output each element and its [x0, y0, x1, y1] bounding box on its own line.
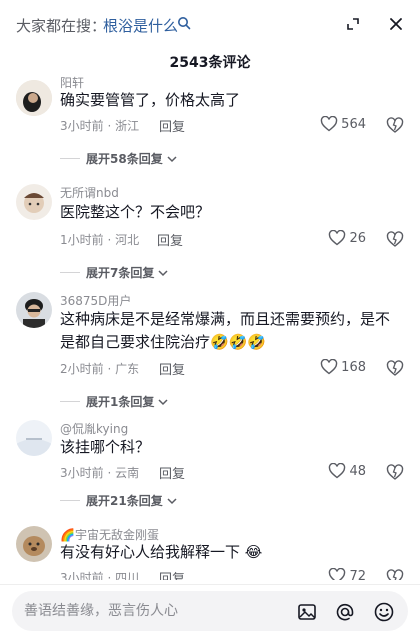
chevron-down-icon	[158, 269, 168, 276]
tears-of-joy-emoji: 😂	[244, 543, 263, 561]
like-count: 26	[349, 230, 366, 246]
like-button[interactable]: 48	[328, 463, 366, 479]
comment-input[interactable]	[24, 599, 284, 623]
expand-replies-button[interactable]: 展开58条回复	[60, 150, 178, 167]
laughing-emoji: 🤣🤣🤣	[210, 333, 267, 351]
chevron-down-icon	[167, 155, 177, 162]
like-button[interactable]: 168	[320, 359, 366, 375]
avatar[interactable]	[16, 184, 52, 220]
chevron-down-icon	[167, 497, 177, 504]
comment-meta: 1小时前 · 河北	[60, 233, 140, 247]
like-count: 168	[341, 359, 366, 375]
search-suggestion-prefix: 大家都在搜：	[16, 17, 107, 35]
expand-replies-button[interactable]: 展开21条回复	[60, 492, 178, 509]
comment-input-box[interactable]	[12, 591, 408, 631]
like-count: 72	[349, 568, 366, 581]
comment-text: 有没有好心人给我解释一下 😂	[60, 543, 263, 561]
comment-username[interactable]: @侃胤kying	[60, 420, 128, 437]
avatar[interactable]	[16, 80, 52, 116]
reply-button[interactable]: 回复	[159, 359, 185, 378]
heart-icon	[320, 116, 338, 132]
comment-meta: 2小时前 · 广东	[60, 362, 140, 376]
search-suggestion-term[interactable]: 根浴是什么	[103, 15, 178, 36]
comment-count-title: 2543条评论	[169, 55, 251, 71]
comment-list[interactable]: 阳轩 确实要管管了，价格太高了 3小时前 · 浙江 回复 564 展开58条回复…	[0, 72, 420, 580]
dislike-icon[interactable]	[386, 463, 404, 481]
minimize-icon[interactable]	[343, 14, 363, 34]
dislike-icon[interactable]	[386, 359, 404, 377]
heart-icon	[320, 359, 338, 375]
comment-meta: 3小时前 · 浙江	[60, 119, 140, 133]
heart-icon	[329, 568, 346, 580]
comment-text: 医院整这个？不会吧？	[60, 203, 211, 221]
comment-username[interactable]: 无所谓nbd	[60, 184, 119, 201]
emoji-icon[interactable]	[373, 601, 395, 623]
avatar[interactable]	[16, 526, 52, 562]
comment-text: 确实要管管了，价格太高了	[60, 91, 241, 109]
dislike-icon[interactable]	[386, 116, 404, 134]
heart-icon	[329, 463, 346, 479]
avatar[interactable]	[16, 420, 52, 456]
avatar[interactable]	[16, 292, 52, 328]
expand-replies-button[interactable]: 展开1条回复	[60, 393, 169, 410]
reply-button[interactable]: 回复	[159, 568, 185, 580]
comment-text: 这种病床是不是经常爆满，而且还需要预约，是不是都自己要求住院治疗🤣🤣🤣	[60, 310, 391, 351]
close-icon[interactable]	[386, 14, 406, 34]
like-button[interactable]: 564	[320, 116, 366, 132]
comment-meta: 3小时前 · 云南	[60, 466, 140, 480]
comment-text: 该挂哪个科？	[60, 438, 151, 456]
at-mention-icon[interactable]	[334, 601, 356, 623]
image-icon[interactable]	[296, 601, 318, 623]
like-count: 564	[341, 116, 366, 132]
heart-icon	[329, 230, 346, 246]
like-button[interactable]: 26	[328, 230, 366, 246]
comment-username[interactable]: 36875D用户	[60, 292, 131, 309]
search-icon[interactable]	[177, 15, 191, 30]
chevron-down-icon	[158, 398, 168, 405]
reply-button[interactable]: 回复	[159, 116, 185, 135]
like-button[interactable]: 72	[328, 568, 366, 580]
dislike-icon[interactable]	[386, 230, 404, 248]
top-bar: 大家都在搜： 根浴是什么	[0, 0, 420, 44]
comment-composer	[0, 584, 420, 640]
expand-replies-button[interactable]: 展开7条回复	[60, 264, 169, 281]
reply-button[interactable]: 回复	[157, 230, 183, 249]
reply-button[interactable]: 回复	[159, 463, 185, 482]
like-count: 48	[349, 463, 366, 479]
dislike-icon[interactable]	[386, 568, 404, 580]
comment-meta: 3小时前 · 四川	[60, 571, 140, 580]
